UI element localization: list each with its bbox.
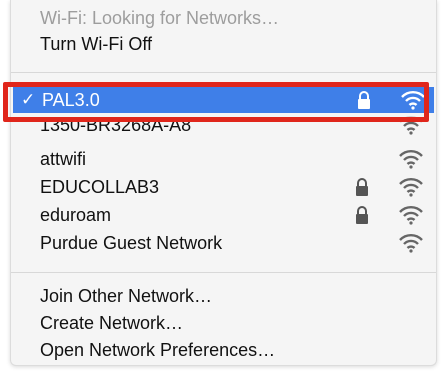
menu-separator [11, 272, 436, 273]
wifi-signal-icon [399, 178, 423, 197]
wifi-menu: Wi-Fi: Looking for Networks… Turn Wi-Fi … [10, 0, 437, 366]
wifi-signal-icon [399, 206, 423, 225]
menu-separator [11, 72, 436, 73]
wifi-signal-icon [401, 91, 425, 110]
checkmark-icon: ✓ [21, 90, 36, 109]
network-item-attwifi[interactable]: attwifi [11, 147, 436, 171]
wifi-signal-icon [399, 150, 423, 169]
lock-icon [358, 91, 370, 109]
lock-icon [356, 206, 368, 224]
join-other-network-item[interactable]: Join Other Network… [11, 284, 436, 308]
wifi-signal-icon [399, 116, 423, 135]
create-network-item[interactable]: Create Network… [11, 311, 436, 335]
lock-icon [356, 178, 368, 196]
network-item-pal3[interactable]: ✓ PAL3.0 [13, 87, 434, 113]
turn-wifi-off-item[interactable]: Turn Wi-Fi Off [11, 32, 436, 56]
network-item-educollab3[interactable]: EDUCOLLAB3 [11, 175, 436, 199]
network-item-eduroam[interactable]: eduroam [11, 203, 436, 227]
network-item-1350[interactable]: 1350-BR3268A-A8 [11, 113, 436, 137]
wifi-signal-icon [399, 234, 423, 253]
open-network-preferences-item[interactable]: Open Network Preferences… [11, 338, 436, 362]
network-item-purdue-guest[interactable]: Purdue Guest Network [11, 231, 436, 255]
wifi-status-label: Wi-Fi: Looking for Networks… [40, 7, 280, 28]
